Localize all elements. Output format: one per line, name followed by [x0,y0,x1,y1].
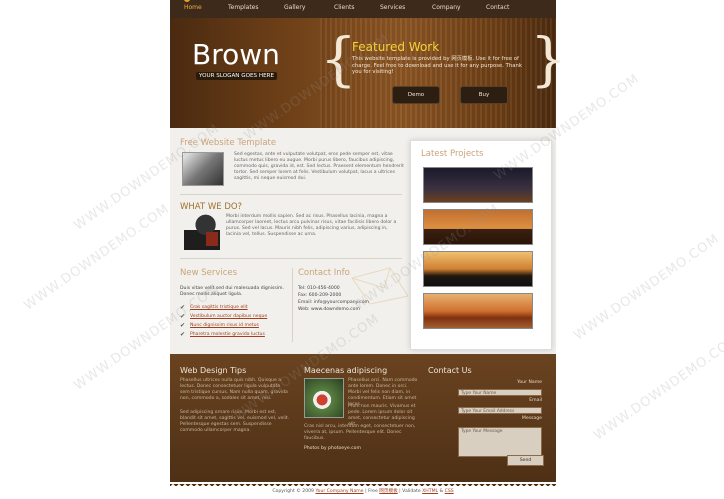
nav-services[interactable]: Services [380,4,405,11]
project-thumbnail[interactable] [423,293,533,329]
contact-fax: Fax: 600-209-2000 [298,293,342,298]
footer-zigzag-edge [170,478,556,486]
tips-text-1: Phasellus ultrices nulla quis nibh. Quis… [180,378,288,401]
project-thumbnail[interactable] [423,167,533,203]
free-template-text: Sed egestas, ante et vulputate volutpat,… [234,152,404,181]
xhtml-link[interactable]: XHTML [422,489,438,494]
service-link[interactable]: Cras sagittis tristique elit [190,305,248,310]
new-services-text: Duis vitae velit sed dui malesuada digni… [180,286,284,297]
folder-icon [206,232,218,246]
send-button[interactable]: Send [507,455,544,466]
demo-button[interactable]: Demo [392,86,440,104]
copyright-prefix: Copyright © 2009 [272,489,314,494]
check-icon: ✔ [180,331,186,338]
check-icon: ✔ [180,304,186,311]
maecenas-heading: Maecenas adipiscing [304,366,388,375]
check-icon: ✔ [180,313,186,320]
name-field[interactable]: Type Your Name [458,389,542,396]
buy-button[interactable]: Buy [460,86,508,104]
footer: Web Design Tips Phasellus ultrices nulla… [170,354,556,482]
free-template-heading: Free Website Template [180,138,277,148]
latest-projects-heading: Latest Projects [421,149,484,159]
nav-company[interactable]: Company [432,4,461,11]
service-link[interactable]: Vestibulum auctor dapibus neque [190,314,267,319]
message-label: Message [521,416,542,421]
new-services-heading: New Services [180,268,238,278]
watermark: WWW.DOWNDEMO.COM [591,331,724,444]
active-indicator [184,0,190,2]
web-design-tips-heading: Web Design Tips [180,366,247,375]
email-field[interactable]: Type Your Email Address [458,407,542,414]
copyright-bar: Copyright © 2009 Your Company Name | Fre… [170,488,556,494]
watermark: WWW.DOWNDEMO.COM [21,201,173,314]
nav-home[interactable]: Home [184,4,202,11]
column-divider [292,268,293,342]
maecenas-text: Cras nisl arcu, interdum eget, consectet… [304,424,416,441]
photos-credit-text[interactable]: Photos by photoeye.com [304,446,361,451]
check-icon: ✔ [180,322,186,329]
nav-clients[interactable]: Clients [334,4,355,11]
project-thumbnail[interactable] [423,209,533,245]
website-template: Home Templates Gallery Clients Services … [170,0,567,499]
featured-text: This website template is provided by 网页模… [352,56,522,75]
book-image [182,152,224,186]
contact-web[interactable]: Web: www.downdemo.com [298,307,360,313]
divider [180,258,402,259]
what-we-do-heading: WHAT WE DO? [180,202,243,212]
site-logo[interactable]: Brown [192,38,280,71]
flower-image [304,378,344,418]
message-field[interactable]: Type Your Message [458,427,542,457]
copyright-validate: | Validate [399,489,421,494]
nav-gallery[interactable]: Gallery [284,4,305,11]
watermark: WWW.DOWNDEMO.COM [571,231,723,344]
email-label: Email [529,398,542,403]
latest-projects-panel: Latest Projects [410,140,552,350]
contact-tel: Tel: 010-456-4000 [298,286,340,291]
what-we-do-text: Morbi interdum mollis sapien. Sed ac ris… [226,214,397,237]
tips-text-2: Sed adipiscing ornare risus. Morbi est e… [180,410,290,433]
featured-title: Featured Work [352,40,440,54]
company-link[interactable]: Your Company Name [315,489,363,494]
name-label: Your Name [517,380,542,385]
service-link[interactable]: Nunc dignissim risus id metus [190,323,259,328]
css-link[interactable]: CSS [445,489,454,494]
contact-email[interactable]: Email: info@yourcompany.com [298,300,369,306]
site-slogan: YOUR SLOGAN GOES HERE [196,72,278,80]
nav-templates[interactable]: Templates [228,4,259,11]
header-banner: Brown YOUR SLOGAN GOES HERE { } Featured… [170,18,567,128]
copyright-mid: | Free [365,489,378,494]
contact-info-heading: Contact Info [298,268,350,278]
top-navigation: Home Templates Gallery Clients Services … [170,0,556,18]
project-thumbnail[interactable] [423,251,533,287]
service-link[interactable]: Pharetra molestie gravida luctus [190,332,265,337]
photos-credit: Photos by photoeye.com [304,446,361,452]
main-content: Free Website Template Sed egestas, ante … [170,128,556,354]
nav-contact[interactable]: Contact [486,4,509,11]
person-image [184,214,220,250]
copyright-amp: & [439,489,444,494]
contact-us-heading: Contact Us [428,366,472,375]
right-brace: } [530,25,567,93]
divider [180,194,402,195]
freebie-link[interactable]: 网页模板 [379,489,397,494]
